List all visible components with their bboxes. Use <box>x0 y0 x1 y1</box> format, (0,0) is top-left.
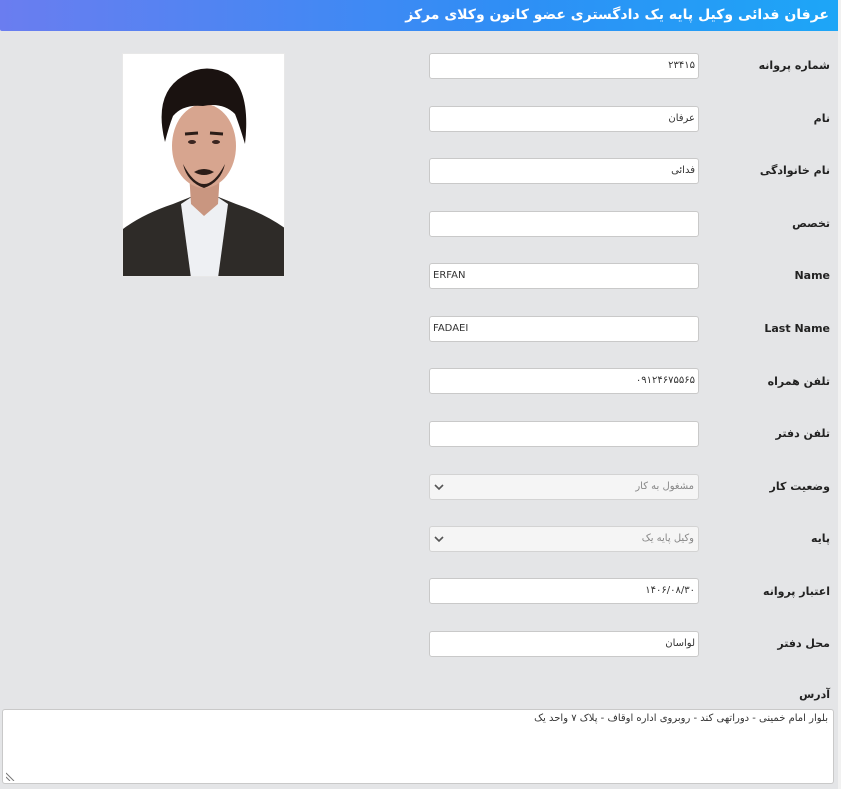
grade-value: وکیل پایه یک <box>641 533 694 544</box>
license-validity-field[interactable]: ۱۴۰۶/۰۸/۳۰ <box>429 578 699 604</box>
work-status-select[interactable]: مشغول به کار <box>429 474 699 500</box>
license-number-field[interactable]: ۲۳۴۱۵ <box>429 53 699 79</box>
name-en-label: Name <box>794 269 830 282</box>
address-textarea[interactable]: بلوار امام خمینی - دوراتهی کند - روبروی … <box>2 709 834 784</box>
portrait-image <box>123 54 284 276</box>
profile-photo <box>122 53 285 277</box>
specialty-field[interactable] <box>429 211 699 237</box>
first-name-field[interactable]: عرفان <box>429 106 699 132</box>
first-name-label: نام <box>813 112 830 125</box>
name-en-field[interactable]: ERFAN <box>429 263 699 289</box>
page-title: عرفان فدائی وکیل پایه یک دادگستری عضو کا… <box>0 0 838 31</box>
resize-handle-icon[interactable] <box>6 772 15 781</box>
specialty-label: تخصص <box>792 217 830 230</box>
grade-label: پایه <box>810 532 830 545</box>
work-status-value: مشغول به کار <box>635 481 694 492</box>
last-name-en-field[interactable]: FADAEI <box>429 316 699 342</box>
grade-select[interactable]: وکیل پایه یک <box>429 526 699 552</box>
chevron-down-icon <box>434 536 444 543</box>
mobile-label: تلفن همراه <box>767 375 830 388</box>
office-phone-label: تلفن دفتر <box>775 427 830 440</box>
family-name-field[interactable]: فدائی <box>429 158 699 184</box>
chevron-down-icon <box>434 484 444 491</box>
office-location-field[interactable]: لواسان <box>429 631 699 657</box>
office-location-label: محل دفتر <box>777 637 830 650</box>
office-phone-field[interactable] <box>429 421 699 447</box>
mobile-field[interactable]: ۰۹۱۲۴۶۷۵۵۶۵ <box>429 368 699 394</box>
license-number-label: شماره پروانه <box>758 59 830 72</box>
family-name-label: نام خانوادگی <box>759 164 830 177</box>
address-label: آدرس <box>799 688 830 701</box>
address-value: بلوار امام خمینی - دوراتهی کند - روبروی … <box>534 713 828 724</box>
work-status-label: وضعیت کار <box>769 480 831 493</box>
last-name-en-label: Last Name <box>764 322 830 335</box>
license-validity-label: اعتبار پروانه <box>763 585 830 598</box>
